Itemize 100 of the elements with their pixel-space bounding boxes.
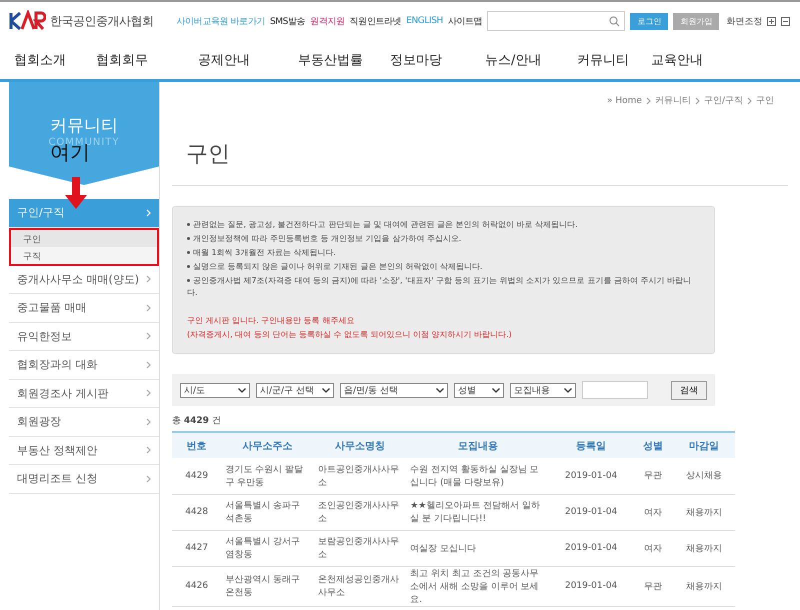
- logo-text[interactable]: 한국공인중개사협회: [50, 12, 154, 30]
- notice-text: 개인정보정책에 따라 주민등록번호 등 개인정보 기입을 삼가하여 주십시오.: [187, 233, 700, 245]
- chevron-right-icon: [146, 332, 151, 340]
- breadcrumb-link[interactable]: » Home: [607, 96, 642, 106]
- column-header: 사무소명칭: [314, 432, 406, 458]
- nav-item[interactable]: 부동산법률: [298, 50, 390, 68]
- breadcrumb-link[interactable]: 커뮤니티: [654, 94, 691, 107]
- chevron-right-icon: [146, 208, 151, 217]
- chevron-right-icon: [146, 418, 151, 426]
- table-cell: 무관: [632, 458, 674, 494]
- table-cell: 최고 위치 최고 조건의 공동사무소에서 새해 소망을 이루어 보세요.: [406, 566, 550, 606]
- warning-text: (자격증게시, 대여 등의 단어는 등록하실 수 없도록 되어있으니 이점 양지하시기 바랍니다.): [187, 329, 513, 341]
- sidebar-item[interactable]: 중개사사무소 매매(양도): [9, 266, 159, 294]
- notice-text: 실명으로 등록되지 않은 글이나 허위로 기재된 글은 본인의 허락없이 삭제됩니다.: [187, 261, 700, 273]
- bullet-icon: [187, 251, 190, 254]
- top-link[interactable]: 원격지원: [310, 14, 345, 28]
- search-icon: [609, 16, 620, 26]
- filter-dropdown[interactable]: 읍/면/동 선택: [340, 382, 448, 398]
- caret-icon: [436, 388, 444, 392]
- notice-text: 매월 1회씩 3개월전 자료는 삭제됩니다.: [187, 247, 700, 259]
- sidebar-subitem[interactable]: 구인: [11, 230, 157, 246]
- filter-dropdown[interactable]: 시/군/구 선택: [256, 382, 334, 398]
- table-cell: 여실장 모십니다: [406, 530, 550, 566]
- column-header: 번호: [172, 432, 222, 458]
- breadcrumb-link[interactable]: 구인: [756, 94, 774, 107]
- sidebar-subitem[interactable]: 구직: [11, 246, 157, 264]
- page-title: 구인: [186, 141, 231, 169]
- table-cell: 상시채용: [673, 458, 735, 494]
- table-cell: 아트공인중개사사무소: [314, 458, 406, 494]
- keyword-input-field[interactable]: [582, 381, 648, 399]
- chevron-right-icon: [694, 96, 700, 104]
- filter-dropdown[interactable]: 성별: [454, 382, 504, 398]
- nav-item[interactable]: 교육안내: [651, 50, 731, 68]
- nav-item[interactable]: 뉴스/안내: [485, 50, 577, 68]
- top-link[interactable]: SMS발송: [270, 14, 306, 28]
- table-cell: 서울특별시 송파구 석촌동: [221, 494, 314, 530]
- table-cell: 채용까지: [673, 494, 735, 530]
- chevron-right-icon: [146, 446, 151, 454]
- sidebar-item[interactable]: 회원경조사 게시판: [9, 380, 159, 408]
- zoom-label: 화면조정: [726, 16, 762, 28]
- table-cell: 수원 전지역 활동하실 실장님 모십니다 (매물 다량보유): [406, 458, 550, 494]
- table-cell: 무관: [632, 566, 674, 606]
- nav-item[interactable]: 협회회무: [96, 50, 198, 68]
- caret-icon: [322, 388, 330, 392]
- chevron-right-icon: [146, 474, 151, 483]
- bullet-icon: [187, 237, 190, 240]
- table-cell: 조인공인중개사사무소: [314, 494, 406, 530]
- filter-dropdown[interactable]: 모집내용: [510, 382, 576, 398]
- sidebar-item[interactable]: 부동산 정책제안: [9, 436, 159, 465]
- column-header: 마감일: [673, 432, 735, 458]
- table-cell: 4426: [172, 566, 222, 606]
- chevron-right-icon: [146, 389, 151, 398]
- notice-text: 공인중개사법 제7조(자격증 대여 등의 금지)에 따라 '소장', '대표자' 구함 등의 표기는 위법의 소지가 있으므로 표기를 금하여 주시기 바랍니다.: [187, 275, 692, 299]
- caret-icon: [564, 388, 572, 392]
- top-link[interactable]: 직원인트라넷: [350, 14, 402, 28]
- table-cell: 온천제성공인중개사사무소: [314, 566, 406, 606]
- column-header: 등록일: [550, 432, 632, 458]
- table-cell: 여자: [632, 494, 674, 530]
- zoom-out-icon[interactable]: [781, 16, 790, 26]
- nav-item[interactable]: 정보마당: [390, 50, 485, 68]
- filter-dropdown[interactable]: 시/도: [180, 382, 250, 398]
- sidebar-item[interactable]: 유익한정보: [9, 322, 159, 351]
- column-header: 모집내용: [406, 432, 550, 458]
- table-cell: 2019-01-04: [550, 458, 632, 494]
- caret-icon: [492, 388, 500, 392]
- bullet-icon: [187, 265, 190, 268]
- nav-item[interactable]: 커뮤니티: [577, 50, 651, 68]
- section-title: 커뮤니티: [50, 114, 118, 136]
- caret-icon: [238, 388, 246, 392]
- logo-icon: [8, 10, 46, 32]
- table-cell: 여자: [632, 530, 674, 566]
- table-cell: 4429: [172, 458, 222, 494]
- nav-item[interactable]: 공제안내: [198, 50, 298, 68]
- chevron-right-icon: [146, 304, 151, 312]
- table-cell: ★★헬리오아파트 전담해서 일하실 분 기다립니다!!: [406, 494, 550, 530]
- table-cell: 2019-01-04: [550, 530, 632, 566]
- breadcrumb-link[interactable]: 구인/구직: [704, 94, 743, 107]
- column-header: 사무소주소: [221, 432, 314, 458]
- table-cell: 부산광역시 동래구 온천동: [221, 566, 314, 606]
- total-count: 총 4429 건: [172, 416, 221, 426]
- chevron-right-icon: [146, 360, 151, 369]
- bullet-icon: [187, 223, 190, 226]
- bullet-icon: [187, 279, 190, 282]
- search-button[interactable]: 검색: [671, 380, 707, 400]
- chevron-right-icon: [747, 96, 752, 104]
- table-cell: 4427: [172, 530, 222, 566]
- table-cell: 4428: [172, 494, 222, 530]
- table-cell: 채용까지: [673, 566, 735, 606]
- notice-text: 관련없는 질문, 광고성, 불건전하다고 판단되는 글 및 대여에 관련된 글은 본인의 허락없이 바로 삭제됩니다.: [187, 219, 700, 231]
- chevron-right-icon: [146, 275, 151, 284]
- chevron-right-icon: [646, 96, 651, 104]
- nav-item[interactable]: 협회소개: [14, 50, 96, 68]
- zoom-in-icon[interactable]: [767, 16, 776, 26]
- table-cell: 보람공인중개사사무소: [314, 530, 406, 566]
- top-link[interactable]: 사이트맵: [448, 14, 482, 28]
- table-cell: 2019-01-04: [550, 494, 632, 530]
- search-field[interactable]: [487, 11, 626, 31]
- table-cell: 서울특별시 강서구 염창동: [221, 530, 314, 566]
- table-cell: 채용까지: [673, 530, 735, 566]
- column-header: 성별: [632, 432, 674, 458]
